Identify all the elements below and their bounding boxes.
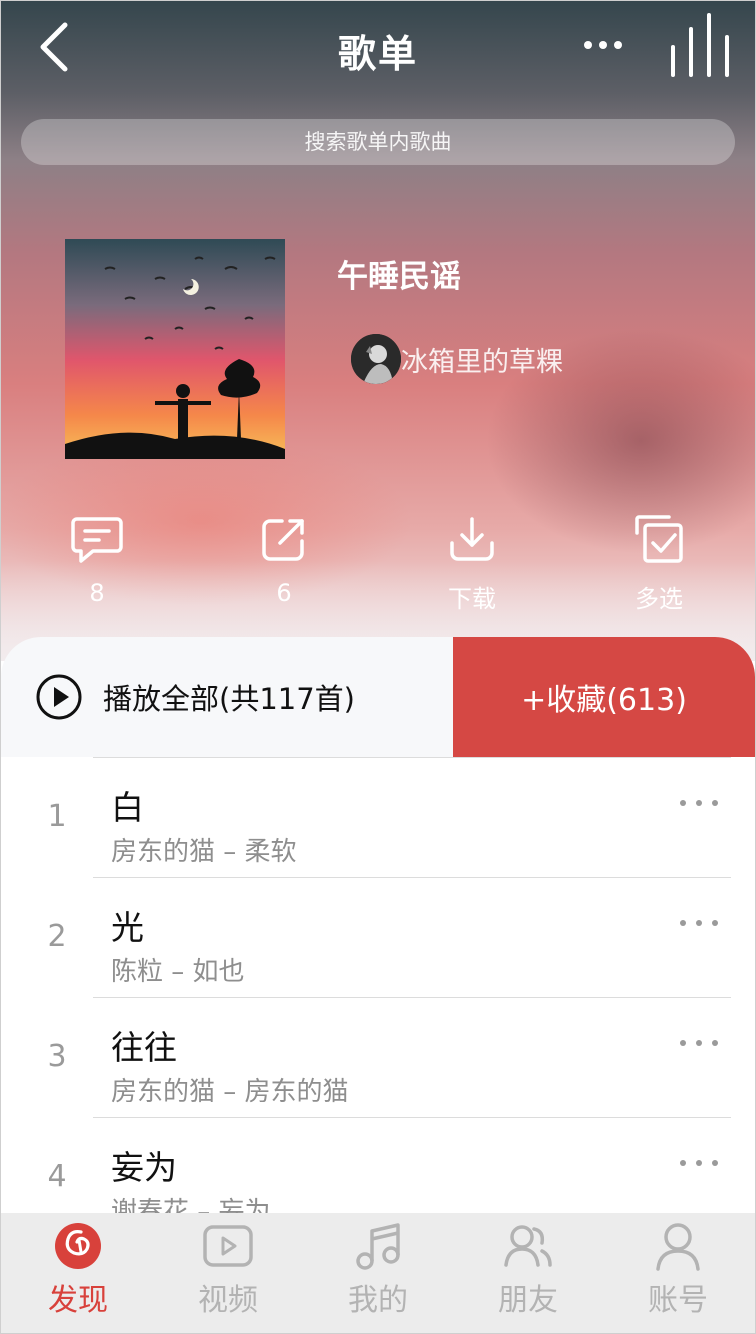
- tab-video[interactable]: 视频: [153, 1213, 303, 1333]
- tab-label: 视频: [198, 1283, 258, 1318]
- song-row[interactable]: 4 妄为 谢春花 – 妄为: [1, 1117, 755, 1213]
- download-icon: [450, 517, 494, 561]
- video-icon: [203, 1225, 253, 1267]
- song-row[interactable]: 3 往往 房东的猫 – 房东的猫: [1, 997, 755, 1117]
- download-label: 下载: [448, 585, 496, 613]
- tab-label: 朋友: [498, 1283, 558, 1318]
- more-dots-icon[interactable]: [677, 1035, 721, 1051]
- more-button[interactable]: [579, 27, 629, 63]
- app-screen: 歌单 搜索歌单内歌曲 午睡民谣 冰箱里的草粿 8 6 下载 多选 播放全部(共1…: [0, 0, 756, 1334]
- song-artist-album: 谢春花 – 妄为: [111, 1197, 271, 1213]
- share-icon: [262, 519, 304, 561]
- song-list: 1 白 房东的猫 – 柔软 2 光 陈粒 – 如也 3 往往 房东的猫 – 房东…: [1, 757, 755, 1213]
- song-row[interactable]: 2 光 陈粒 – 如也: [1, 877, 755, 997]
- song-title: 光: [111, 908, 144, 947]
- multi-select-icon: [635, 515, 683, 563]
- tab-label: 我的: [348, 1283, 408, 1318]
- account-icon: [656, 1223, 700, 1271]
- song-index: 1: [47, 799, 67, 834]
- equalizer-icon: [671, 13, 729, 77]
- more-dots-icon[interactable]: [677, 795, 721, 811]
- tab-account[interactable]: 账号: [603, 1213, 753, 1333]
- now-playing-button[interactable]: [667, 11, 739, 79]
- tab-friends[interactable]: 朋友: [453, 1213, 603, 1333]
- download-button[interactable]: 下载: [412, 511, 532, 614]
- collect-button[interactable]: +收藏(613): [453, 637, 755, 757]
- share-count: 6: [276, 579, 292, 607]
- top-bar: 歌单: [1, 1, 755, 97]
- divider: [93, 1117, 731, 1118]
- multi-select-label: 多选: [635, 585, 683, 613]
- divider: [93, 997, 731, 998]
- music-note-icon: [356, 1223, 400, 1270]
- play-all-button[interactable]: 播放全部(共117首): [1, 637, 453, 757]
- cover-image: [65, 239, 285, 459]
- tab-mine[interactable]: 我的: [303, 1213, 453, 1333]
- song-title: 白: [111, 788, 144, 827]
- search-input[interactable]: 搜索歌单内歌曲: [21, 119, 735, 165]
- more-dots-icon[interactable]: [677, 1155, 721, 1171]
- song-title: 往往: [111, 1028, 177, 1067]
- divider: [93, 877, 731, 878]
- tab-label: 发现: [48, 1283, 108, 1318]
- multi-select-button[interactable]: 多选: [599, 511, 719, 614]
- more-dots-icon: [584, 41, 622, 49]
- playlist-cover[interactable]: [65, 239, 285, 459]
- play-bar: 播放全部(共117首) +收藏(613): [1, 637, 755, 757]
- netease-music-icon: [55, 1223, 101, 1269]
- song-index: 4: [47, 1159, 67, 1194]
- song-title: 妄为: [111, 1148, 177, 1187]
- song-row[interactable]: 1 白 房东的猫 – 柔软: [1, 757, 755, 877]
- avatar-image: [351, 334, 401, 384]
- bottom-tab-bar: 发现 视频 我的 朋友 账号: [1, 1213, 755, 1333]
- playlist-title: 午睡民谣: [337, 259, 461, 295]
- more-dots-icon[interactable]: [677, 915, 721, 931]
- divider: [93, 757, 731, 758]
- comment-icon: [71, 517, 123, 563]
- comment-button[interactable]: 8: [37, 511, 157, 607]
- share-button[interactable]: 6: [224, 511, 344, 607]
- avatar: [351, 334, 401, 384]
- friends-icon: [504, 1225, 552, 1267]
- creator-name: 冰箱里的草粿: [401, 346, 563, 378]
- tab-discover[interactable]: 发现: [3, 1213, 153, 1333]
- play-circle-icon: [36, 674, 82, 720]
- song-artist-album: 陈粒 – 如也: [111, 957, 245, 987]
- song-artist-album: 房东的猫 – 柔软: [111, 837, 297, 867]
- action-row: 8 6 下载 多选: [1, 511, 755, 621]
- song-index: 3: [47, 1039, 67, 1074]
- song-index: 2: [47, 919, 67, 954]
- comment-count: 8: [89, 579, 105, 607]
- tab-label: 账号: [648, 1283, 708, 1318]
- play-all-label: 播放全部(共117首): [103, 682, 355, 716]
- song-artist-album: 房东的猫 – 房东的猫: [111, 1077, 349, 1107]
- page-title: 歌单: [337, 32, 418, 76]
- creator-link[interactable]: 冰箱里的草粿: [351, 333, 563, 385]
